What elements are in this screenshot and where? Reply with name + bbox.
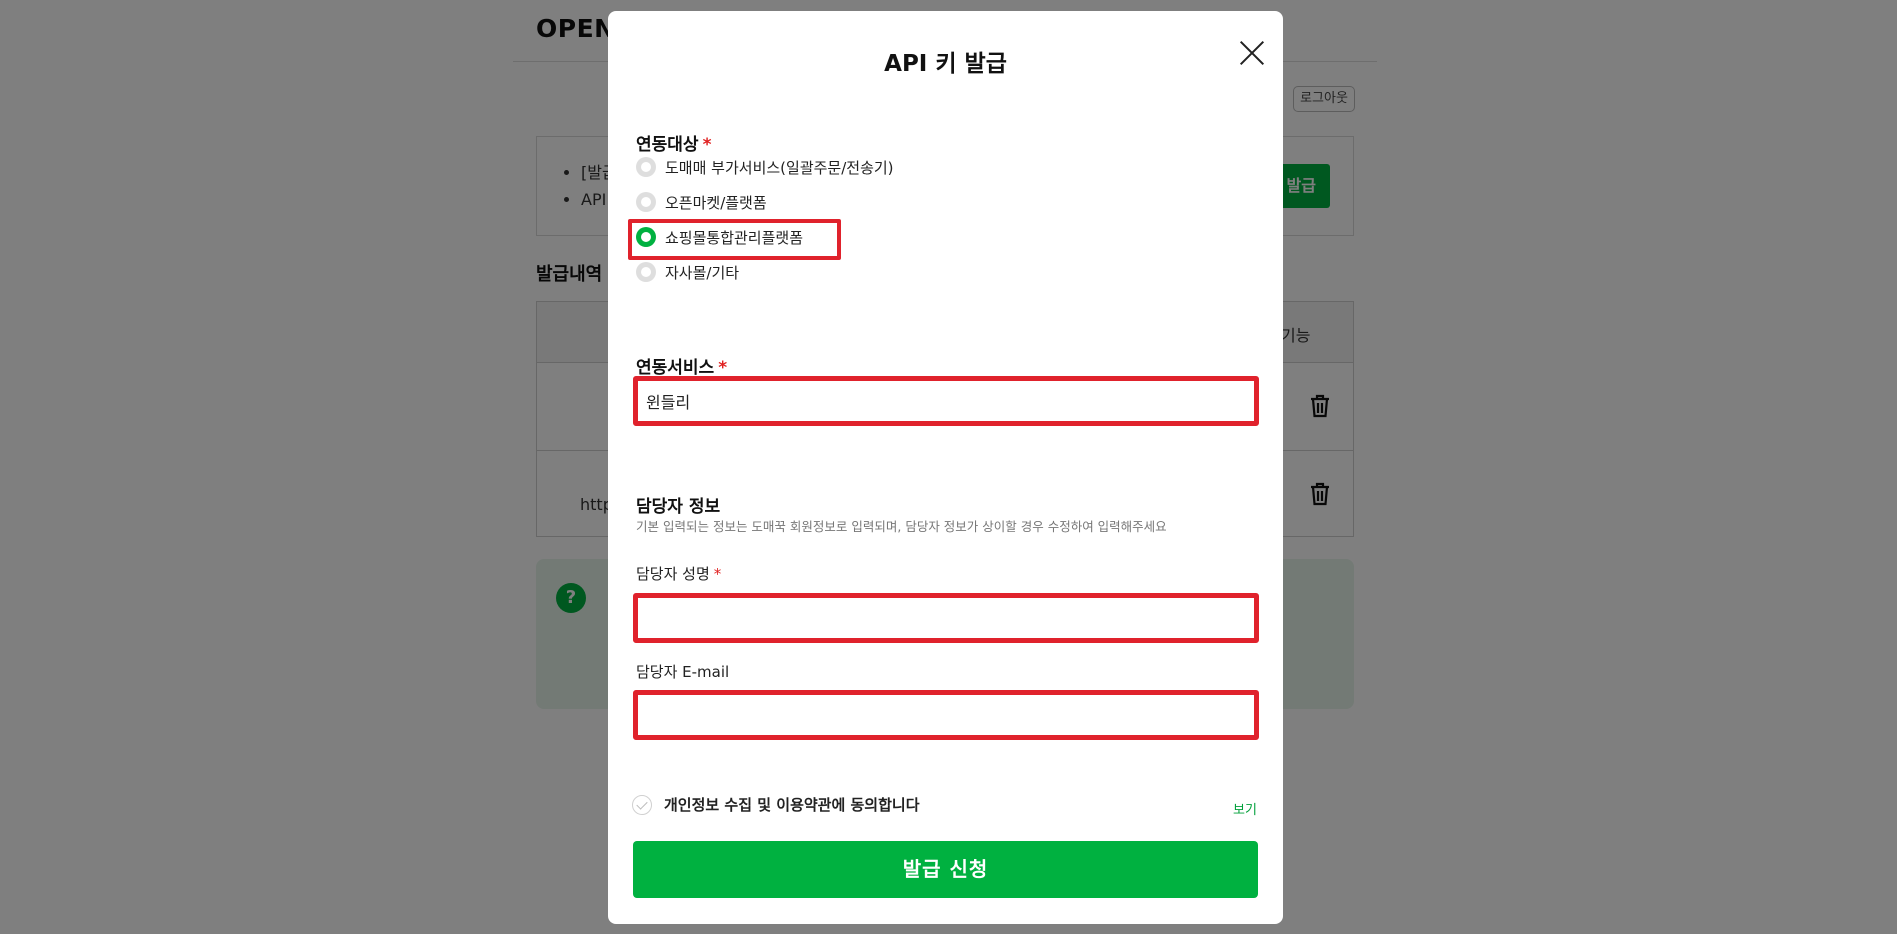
required-mark: * xyxy=(718,358,728,378)
manager-email-field[interactable] xyxy=(633,690,1259,740)
agreement-label: 개인정보 수집 및 이용약관에 동의합니다 xyxy=(664,796,920,814)
radio-option-openmarket[interactable]: 오픈마켓/플랫폼 xyxy=(636,190,767,214)
agreement-checkbox-row[interactable]: 개인정보 수집 및 이용약관에 동의합니다 xyxy=(632,794,920,815)
submit-issue-button[interactable]: 발급 신청 xyxy=(633,841,1258,898)
modal-title: API 키 발급 xyxy=(884,51,1007,77)
radio-button[interactable] xyxy=(636,157,656,177)
radio-option-shopping-mall-integration[interactable]: 쇼핑몰통합관리플랫폼 xyxy=(636,225,803,249)
manager-name-label: 담당자 성명 * xyxy=(636,563,721,584)
required-mark: * xyxy=(702,135,712,155)
radio-label: 쇼핑몰통합관리플랫폼 xyxy=(665,228,804,247)
manager-name-label-text: 담당자 성명 xyxy=(636,565,710,583)
radio-label: 자사몰/기타 xyxy=(665,263,740,282)
integration-target-label: 연동대상 * xyxy=(636,130,711,155)
manager-help-text: 기본 입력되는 정보는 도매꾹 회원정보로 입력되며, 담당자 정보가 상이할 … xyxy=(636,519,1167,534)
integration-service-label: 연동서비스 * xyxy=(636,353,727,378)
manager-section-title: 담당자 정보 xyxy=(636,497,721,517)
manager-name-field[interactable] xyxy=(633,593,1259,643)
radio-button[interactable] xyxy=(636,192,656,212)
manager-email-label: 담당자 E-mail xyxy=(636,663,730,681)
integration-service-label-text: 연동서비스 xyxy=(636,358,715,378)
radio-label: 오픈마켓/플랫폼 xyxy=(665,193,767,212)
check-circle-icon[interactable] xyxy=(632,794,652,815)
api-key-issue-modal: API 키 발급 연동대상 * 도매매 부가서비스(일괄주문/전송기) 오픈마켓/… xyxy=(608,11,1283,924)
integration-service-input[interactable] xyxy=(646,387,1246,415)
radio-option-wholesale-addon[interactable]: 도매매 부가서비스(일괄주문/전송기) xyxy=(636,155,894,179)
integration-target-label-text: 연동대상 xyxy=(636,135,699,155)
manager-name-input[interactable] xyxy=(646,604,1246,632)
required-mark: * xyxy=(713,565,722,583)
radio-button[interactable] xyxy=(636,262,656,282)
integration-service-field[interactable] xyxy=(633,376,1259,426)
radio-label: 도매매 부가서비스(일괄주문/전송기) xyxy=(665,158,894,177)
manager-email-input[interactable] xyxy=(646,701,1246,729)
radio-option-own-mall[interactable]: 자사몰/기타 xyxy=(636,260,739,284)
terms-view-link[interactable]: 보기 xyxy=(1233,799,1257,818)
radio-button-checked[interactable] xyxy=(636,227,656,247)
close-icon[interactable] xyxy=(1238,39,1266,67)
